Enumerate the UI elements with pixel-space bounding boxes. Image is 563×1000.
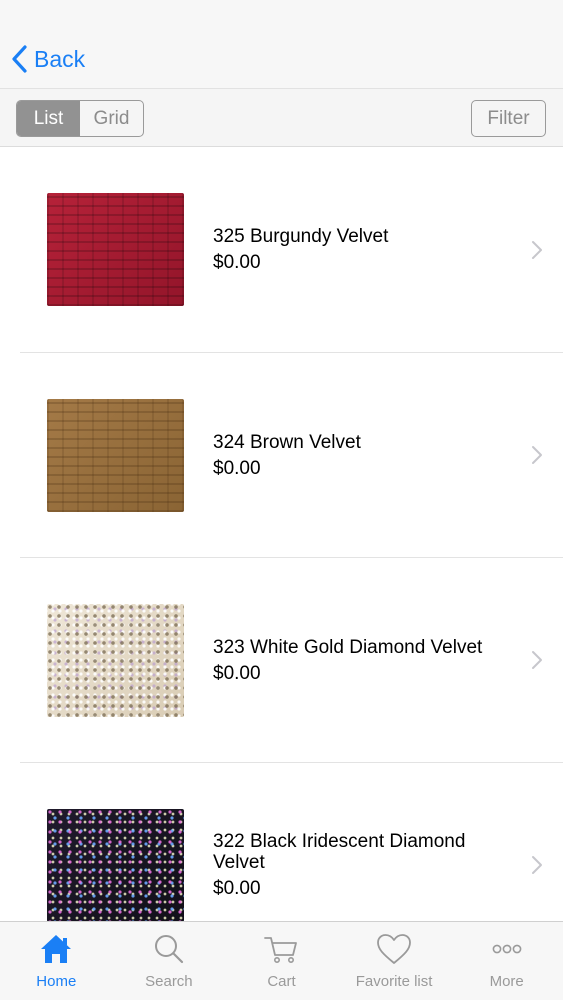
chevron-right-icon [532, 446, 542, 464]
product-name: 325 Burgundy Velvet [213, 226, 389, 247]
navigation-bar: Back [0, 0, 563, 88]
product-row[interactable]: 324 Brown Velvet $0.00 [20, 352, 563, 557]
product-list: 325 Burgundy Velvet $0.00 324 Brown Velv… [0, 147, 563, 921]
product-swatch-image [47, 193, 184, 306]
tab-home[interactable]: Home [0, 922, 113, 1000]
tab-favorite-list[interactable]: Favorite list [338, 922, 451, 1000]
tab-label: More [489, 973, 524, 990]
product-row[interactable]: 325 Burgundy Velvet $0.00 [0, 147, 563, 352]
back-button[interactable]: Back [10, 42, 85, 76]
chevron-right-icon [532, 240, 542, 259]
product-name: 322 Black Iridescent Diamond Velvet [213, 831, 466, 873]
tab-cart[interactable]: Cart [225, 922, 338, 1000]
heart-icon [377, 934, 411, 964]
product-swatch-image [47, 603, 184, 717]
product-swatch-image [47, 398, 184, 512]
grid-view-segment[interactable]: Grid [80, 101, 143, 136]
chevron-right-icon [532, 856, 542, 874]
product-swatch-image [47, 808, 184, 921]
tab-label: Cart [267, 973, 296, 990]
product-price: $0.00 [213, 662, 261, 684]
product-row[interactable]: 322 Black Iridescent Diamond Velvet $0.0… [20, 762, 563, 921]
more-icon [492, 944, 522, 954]
product-price: $0.00 [213, 457, 261, 479]
tab-label: Search [145, 973, 193, 990]
tab-search[interactable]: Search [113, 922, 226, 1000]
view-mode-segmented-control: List Grid [16, 100, 144, 137]
tab-label: Favorite list [355, 973, 433, 990]
home-icon [41, 935, 72, 963]
filter-button[interactable]: Filter [471, 100, 546, 137]
list-view-segment[interactable]: List [17, 101, 80, 136]
view-toolbar: List Grid Filter [0, 88, 563, 147]
product-price: $0.00 [213, 252, 261, 273]
back-label: Back [34, 45, 86, 72]
search-icon [154, 935, 183, 964]
tab-more[interactable]: More [450, 922, 563, 1000]
cart-icon [264, 937, 298, 963]
product-price: $0.00 [213, 878, 261, 899]
tab-label: Home [36, 973, 77, 990]
chevron-left-icon [12, 45, 27, 73]
product-row[interactable]: 323 White Gold Diamond Velvet $0.00 [20, 557, 563, 762]
tab-bar: Home Search Cart Favorite list More [0, 921, 563, 1000]
product-name: 323 White Gold Diamond Velvet [213, 636, 483, 658]
chevron-right-icon [532, 651, 542, 669]
product-name: 324 Brown Velvet [213, 431, 361, 453]
